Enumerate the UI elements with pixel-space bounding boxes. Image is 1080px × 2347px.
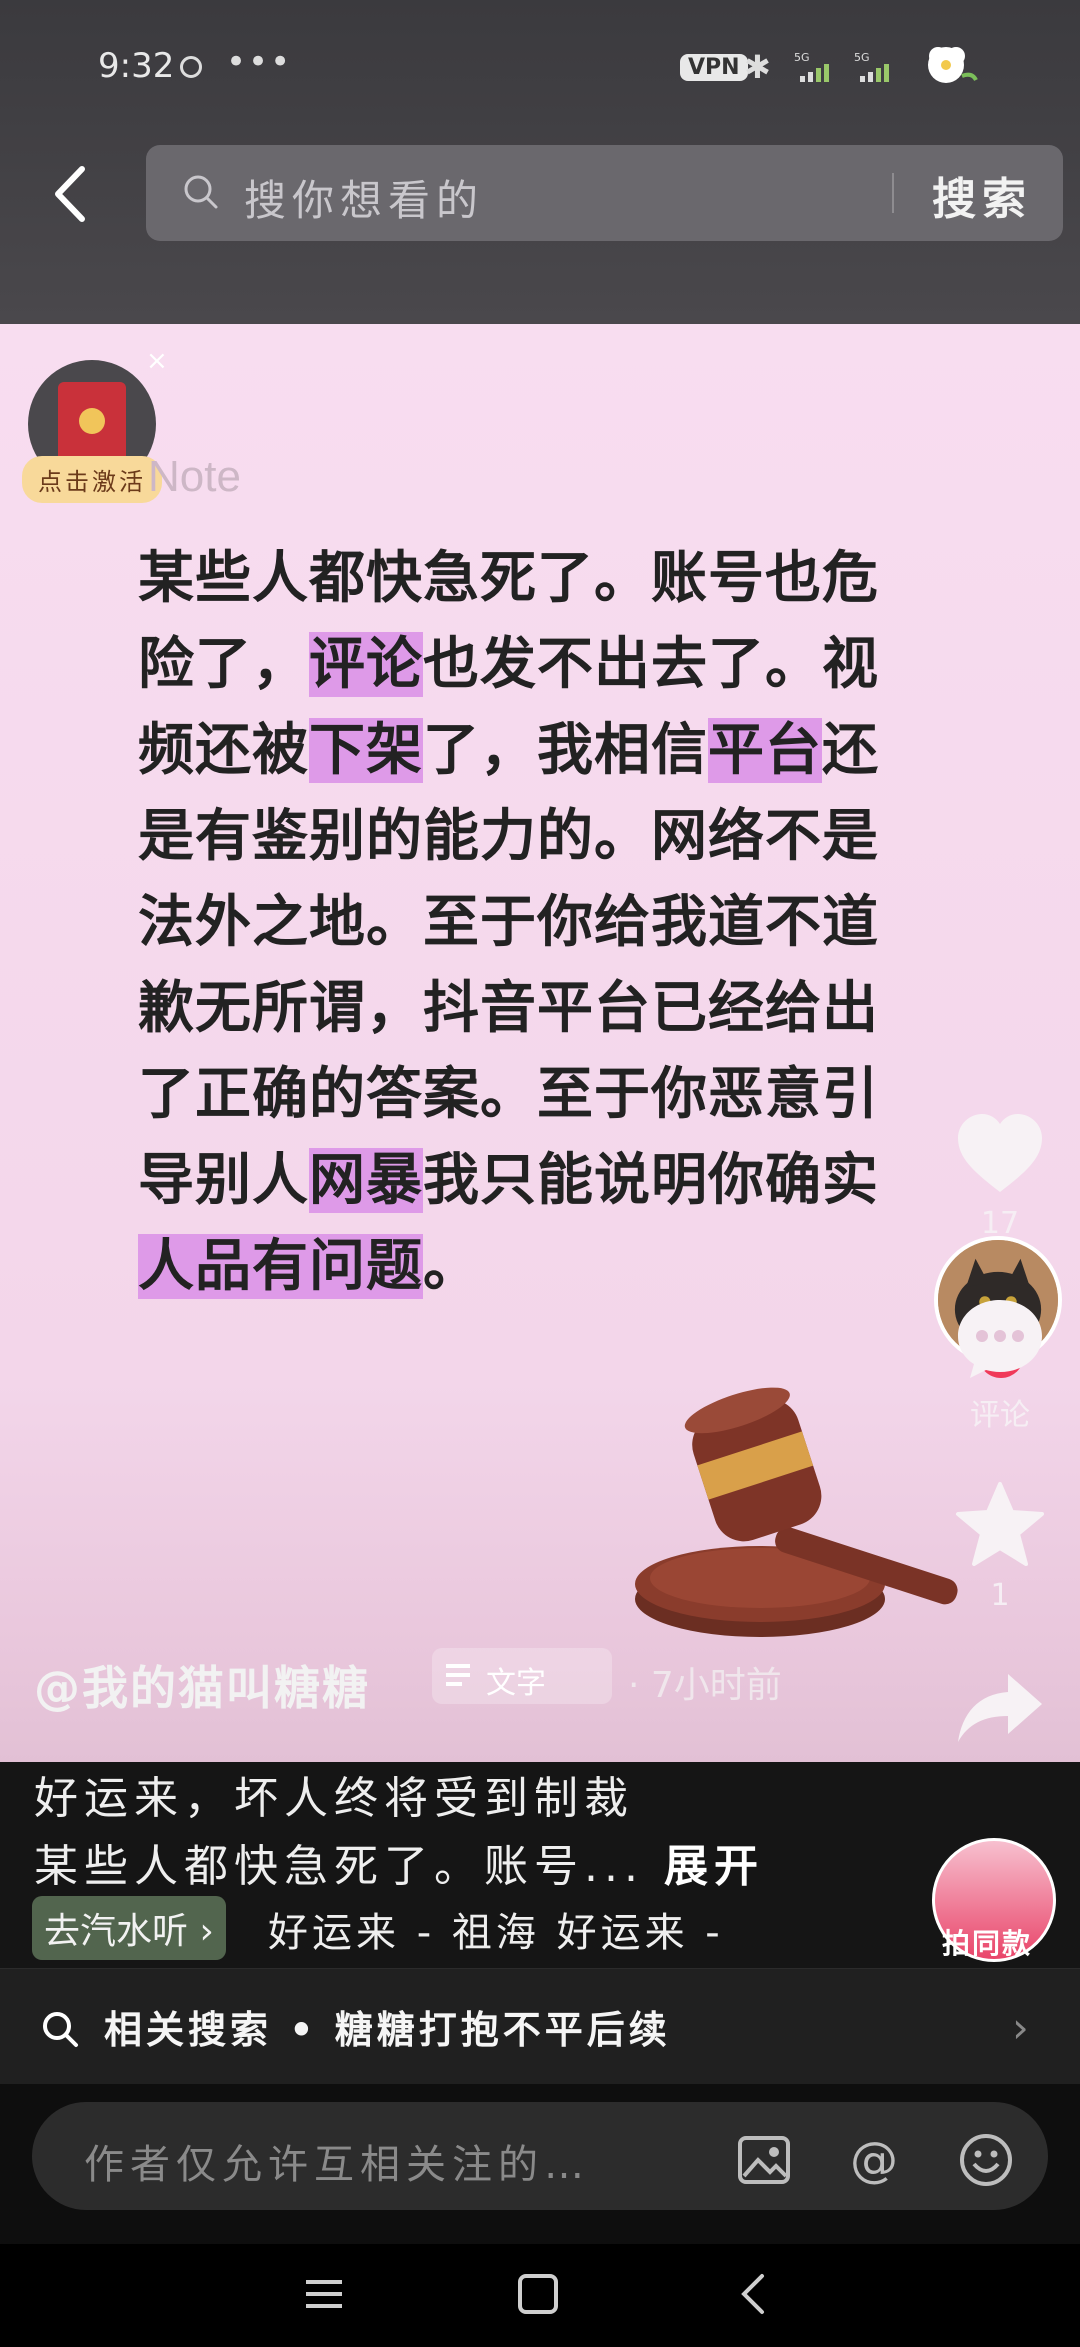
- post-text-line: 频还被下架了，我相信平台还: [138, 708, 938, 794]
- comment-input[interactable]: 作者仅允许互相关注的… @: [32, 2102, 1048, 2210]
- vpn-badge: VPN: [680, 54, 748, 81]
- post-text-segment: 某些人都快急死了。账号也危: [138, 546, 879, 611]
- envelope-seal-icon: [79, 408, 105, 434]
- share-icon: [958, 1674, 1042, 1742]
- status-more-icon: •••: [226, 42, 293, 82]
- status-time: 9:32: [98, 46, 175, 86]
- post-text-line: 了正确的答案。至于你恶意引: [138, 1052, 938, 1138]
- signal-icon-1: 5G: [794, 51, 829, 82]
- emoji-icon[interactable]: [958, 2132, 1014, 2188]
- post-text-segment: 了正确的答案。至于你恶意引: [138, 1062, 879, 1127]
- text-lines-icon: [446, 1664, 470, 1686]
- search-button[interactable]: 搜索: [932, 163, 1032, 227]
- expand-link[interactable]: 展开: [664, 1841, 764, 1892]
- post-text-segment: 还: [822, 718, 879, 783]
- text-tag-button[interactable]: 文字: [432, 1648, 612, 1704]
- comment-action[interactable]: 评论: [950, 1296, 1050, 1434]
- related-search-bar[interactable]: 相关搜索 • 糖糖打抱不平后续 ›: [0, 1968, 1080, 2085]
- post-text-line: 人品有问题。: [138, 1224, 938, 1310]
- listen-in-qishui-button[interactable]: 去汽水听 ›: [32, 1896, 226, 1960]
- flower-icon: [928, 47, 978, 83]
- highlighted-keyword[interactable]: 平台: [708, 718, 822, 783]
- post-text-segment: 是有鉴别的能力的。网络不是: [138, 804, 879, 869]
- comment-icon: [958, 1300, 1042, 1378]
- mention-icon[interactable]: @: [846, 2132, 902, 2188]
- svg-text:5G: 5G: [854, 51, 870, 64]
- comment-bar: 作者仅允许互相关注的… @: [0, 2084, 1080, 2244]
- post-text: 某些人都快急死了。账号也危 险了，评论也发不出去了。视 频还被下架了，我相信平台还是…: [138, 536, 938, 1310]
- post-text-segment: 频还被: [138, 718, 309, 783]
- post-text-segment: 歉无所谓，抖音平台已经给出: [138, 976, 879, 1041]
- related-search-text: 相关搜索 • 糖糖打抱不平后续: [104, 2008, 671, 2052]
- post-text-segment: 了，我相信: [423, 718, 708, 783]
- search-row: 搜你想看的 搜索: [0, 145, 1080, 245]
- post-time: · 7小时前: [628, 1665, 782, 1706]
- favorite-count: 1: [990, 1578, 1010, 1613]
- music-track[interactable]: 好运来 - 祖海 好运来 -: [268, 1900, 724, 1958]
- svg-text:5G: 5G: [794, 51, 810, 64]
- post-text-line: 歉无所谓，抖音平台已经给出: [138, 966, 938, 1052]
- highlighted-keyword[interactable]: 网暴: [309, 1148, 423, 1213]
- highlighted-keyword[interactable]: 评论: [309, 632, 423, 697]
- search-icon: [43, 2012, 78, 2047]
- favorite-action[interactable]: 1: [950, 1480, 1050, 1613]
- red-packet-close-icon[interactable]: ×: [146, 346, 168, 376]
- back-button[interactable]: [38, 159, 108, 229]
- search-icon: [184, 175, 218, 209]
- text-tag-label: 文字: [486, 1666, 546, 1701]
- description-line-2: 某些人都快急死了。账号... 展开: [34, 1830, 764, 1894]
- menu-icon[interactable]: [300, 2270, 348, 2318]
- post-text-segment: 我只能说明你确实: [423, 1148, 879, 1213]
- description-line-1: 好运来，坏人终将受到制裁: [34, 1773, 634, 1824]
- search-divider: [892, 173, 894, 213]
- highlighted-keyword[interactable]: 人品有问题: [138, 1234, 423, 1299]
- chevron-right-icon: ›: [1012, 2003, 1029, 2052]
- like-count: 17: [980, 1206, 1020, 1241]
- post-text-line: 法外之地。至于你给我道不道: [138, 880, 938, 966]
- search-placeholder: 搜你想看的: [244, 176, 485, 225]
- post-text-line: 导别人网暴我只能说明你确实: [138, 1138, 938, 1224]
- image-icon[interactable]: [736, 2132, 792, 2188]
- activate-label[interactable]: 点击激活: [22, 456, 162, 503]
- svg-text:@: @: [850, 2132, 898, 2188]
- comment-placeholder: 作者仅允许互相关注的…: [84, 2142, 590, 2188]
- system-nav-bar: [0, 2244, 1080, 2347]
- post-text-segment: 法外之地。至于你给我道不道: [138, 890, 879, 955]
- comment-label: 评论: [970, 1398, 1030, 1433]
- signal-icon-2: 5G: [854, 51, 889, 82]
- highlighted-keyword[interactable]: 下架: [309, 718, 423, 783]
- author-name[interactable]: @我的猫叫糖糖: [34, 1652, 370, 1718]
- gavel-illustration: [635, 1387, 958, 1637]
- record-icon: [180, 56, 202, 78]
- post-text-line: 某些人都快急死了。账号也危: [138, 536, 938, 622]
- status-bar: 9:32 ••• VPN ✱ 5G 5G: [0, 0, 1080, 140]
- description-text: 某些人都快急死了。账号...: [34, 1841, 644, 1892]
- post-text-segment: 。: [423, 1234, 480, 1299]
- note-watermark: Note: [148, 452, 241, 501]
- post-text-line: 是有鉴别的能力的。网络不是: [138, 794, 938, 880]
- home-icon[interactable]: [514, 2270, 562, 2318]
- music-row[interactable]: 去汽水听 › 好运来 - 祖海 好运来 -: [32, 1886, 872, 1960]
- bluetooth-icon: ✱: [744, 48, 771, 86]
- post-text-segment: 导别人: [138, 1148, 309, 1213]
- heart-icon: [958, 1114, 1042, 1192]
- search-input[interactable]: 搜你想看的 搜索: [146, 145, 1063, 241]
- back-nav-icon[interactable]: [730, 2270, 778, 2318]
- post-text-segment: 也发不出去了。视: [423, 632, 879, 697]
- same-style-button[interactable]: 拍同款: [932, 1838, 1058, 1964]
- post-text-segment: 险了，: [138, 632, 309, 697]
- post-text-line: 险了，评论也发不出去了。视: [138, 622, 938, 708]
- star-icon: [956, 1482, 1044, 1566]
- same-style-label: 拍同款: [942, 1927, 1033, 1960]
- top-bar: 9:32 ••• VPN ✱ 5G 5G 搜你想看的 搜索: [0, 0, 1080, 324]
- like-action[interactable]: 17: [950, 1112, 1050, 1241]
